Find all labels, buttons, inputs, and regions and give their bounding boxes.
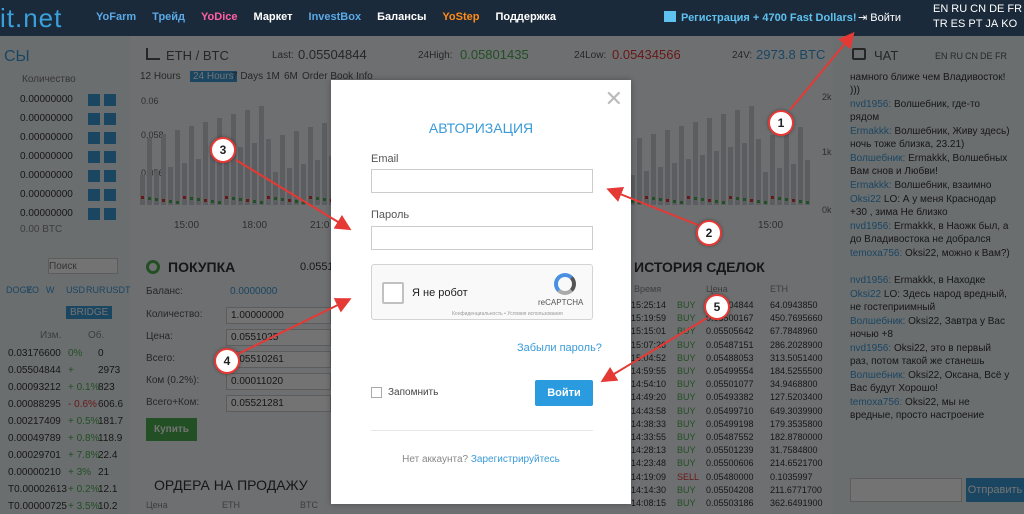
recaptcha-terms[interactable]: Конфиденциальность • Условия использован… <box>452 311 563 317</box>
login-link[interactable]: ⇥ Войти <box>858 11 901 24</box>
register-icon <box>664 11 676 22</box>
nav-item-3[interactable]: Маркет <box>254 11 293 23</box>
register-label: Регистрация + 4700 Fast Dollars! <box>681 12 857 24</box>
login-label: Войти <box>870 12 902 24</box>
register-link-modal[interactable]: Зарегистрируйтесь <box>471 454 560 465</box>
site-logo[interactable]: it.net <box>0 3 62 34</box>
annotation-badge-4: 4 <box>214 348 240 374</box>
nav-item-7[interactable]: Поддержка <box>495 11 556 23</box>
lang-fr[interactable]: FR <box>1007 3 1022 15</box>
lang-ru[interactable]: RU <box>951 3 967 15</box>
remember-checkbox[interactable] <box>371 387 382 398</box>
close-icon[interactable]: ✕ <box>605 86 623 112</box>
password-label: Пароль <box>371 209 410 221</box>
nav-item-0[interactable]: YoFarm <box>96 11 136 23</box>
page: it.net YoFarm Трейд YoDice Маркет InvestBox Б… <box>0 0 1024 514</box>
lang-en[interactable]: EN <box>933 3 948 15</box>
nav-item-2[interactable]: YoDice <box>201 11 237 23</box>
recaptcha-widget: Я не робот reCAPTCHA Конфиденциальность … <box>371 264 593 320</box>
no-account-label: Нет аккаунта? <box>402 454 469 465</box>
lang-tr[interactable]: TR <box>933 18 948 30</box>
password-field[interactable] <box>371 226 593 250</box>
recaptcha-checkbox[interactable] <box>382 282 404 304</box>
nav-item-1[interactable]: Трейд <box>152 11 185 23</box>
nav-item-4[interactable]: InvestBox <box>309 11 362 23</box>
nav-item-6[interactable]: YoStep <box>442 11 479 23</box>
annotation-badge-2: 2 <box>696 220 722 246</box>
no-account-text: Нет аккаунта? Зарегистрируйтесь <box>331 454 631 465</box>
lang-pt[interactable]: PT <box>968 18 982 30</box>
login-button[interactable]: Войти <box>535 380 593 406</box>
lang-ko[interactable]: KO <box>1001 18 1017 30</box>
language-switcher: EN RU CN DE FR TR ES PT JA KO <box>933 2 1023 32</box>
annotation-badge-5: 5 <box>704 294 730 320</box>
remember-me[interactable]: Запомнить <box>371 387 438 398</box>
main-nav: YoFarm Трейд YoDice Маркет InvestBox Балансы Y… <box>96 11 572 23</box>
annotation-badge-1: 1 <box>768 110 794 136</box>
recaptcha-label: Я не робот <box>412 287 468 299</box>
modal-title: АВТОРИЗАЦИЯ <box>428 120 534 136</box>
recaptcha-brand: reCAPTCHA <box>538 298 584 307</box>
register-link[interactable]: Регистрация + 4700 Fast Dollars! <box>664 11 857 24</box>
login-modal: ✕ АВТОРИЗАЦИЯ Email Пароль Я не робот re… <box>331 80 631 504</box>
remember-label: Запомнить <box>388 387 439 398</box>
nav-item-5[interactable]: Балансы <box>377 11 426 23</box>
email-field[interactable] <box>371 169 593 193</box>
divider <box>371 430 593 431</box>
login-icon: ⇥ <box>858 12 871 24</box>
lang-cn[interactable]: CN <box>970 3 986 15</box>
lang-de[interactable]: DE <box>989 3 1004 15</box>
email-label: Email <box>371 153 399 165</box>
annotation-badge-3: 3 <box>210 137 236 163</box>
top-bar: it.net YoFarm Трейд YoDice Маркет InvestBox Б… <box>0 0 1024 36</box>
lang-es[interactable]: ES <box>951 18 966 30</box>
lang-ja[interactable]: JA <box>985 18 998 30</box>
recaptcha-icon <box>554 273 576 295</box>
forgot-password-link[interactable]: Забыли пароль? <box>517 342 602 354</box>
